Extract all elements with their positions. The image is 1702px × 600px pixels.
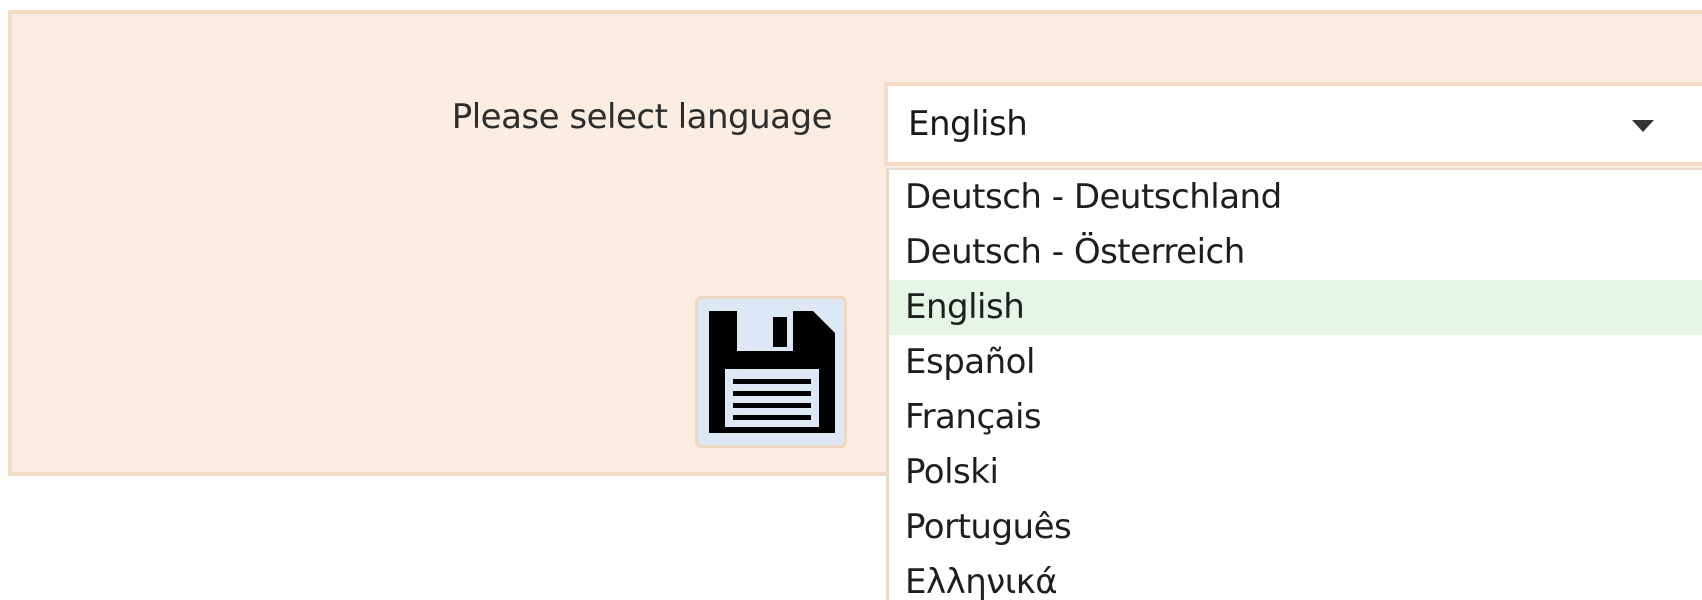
language-option[interactable]: Español xyxy=(889,335,1702,390)
language-option[interactable]: Ελληνικά xyxy=(889,555,1702,600)
language-option[interactable]: Polski xyxy=(889,445,1702,500)
language-option[interactable]: Deutsch - Österreich xyxy=(889,225,1702,280)
language-select[interactable]: English xyxy=(884,82,1702,166)
language-select-value: English xyxy=(908,104,1028,144)
language-option[interactable]: Deutsch - Deutschland xyxy=(889,170,1702,225)
chevron-down-icon xyxy=(1632,120,1654,132)
language-dropdown-list: Deutsch - Deutschland Deutsch - Österrei… xyxy=(886,168,1702,600)
save-button[interactable] xyxy=(695,296,847,448)
language-label: Please select language xyxy=(451,97,833,137)
language-option[interactable]: Français xyxy=(889,390,1702,445)
floppy-disk-icon xyxy=(709,311,835,433)
language-option[interactable]: Português xyxy=(889,500,1702,555)
language-option-selected[interactable]: English xyxy=(889,280,1702,335)
